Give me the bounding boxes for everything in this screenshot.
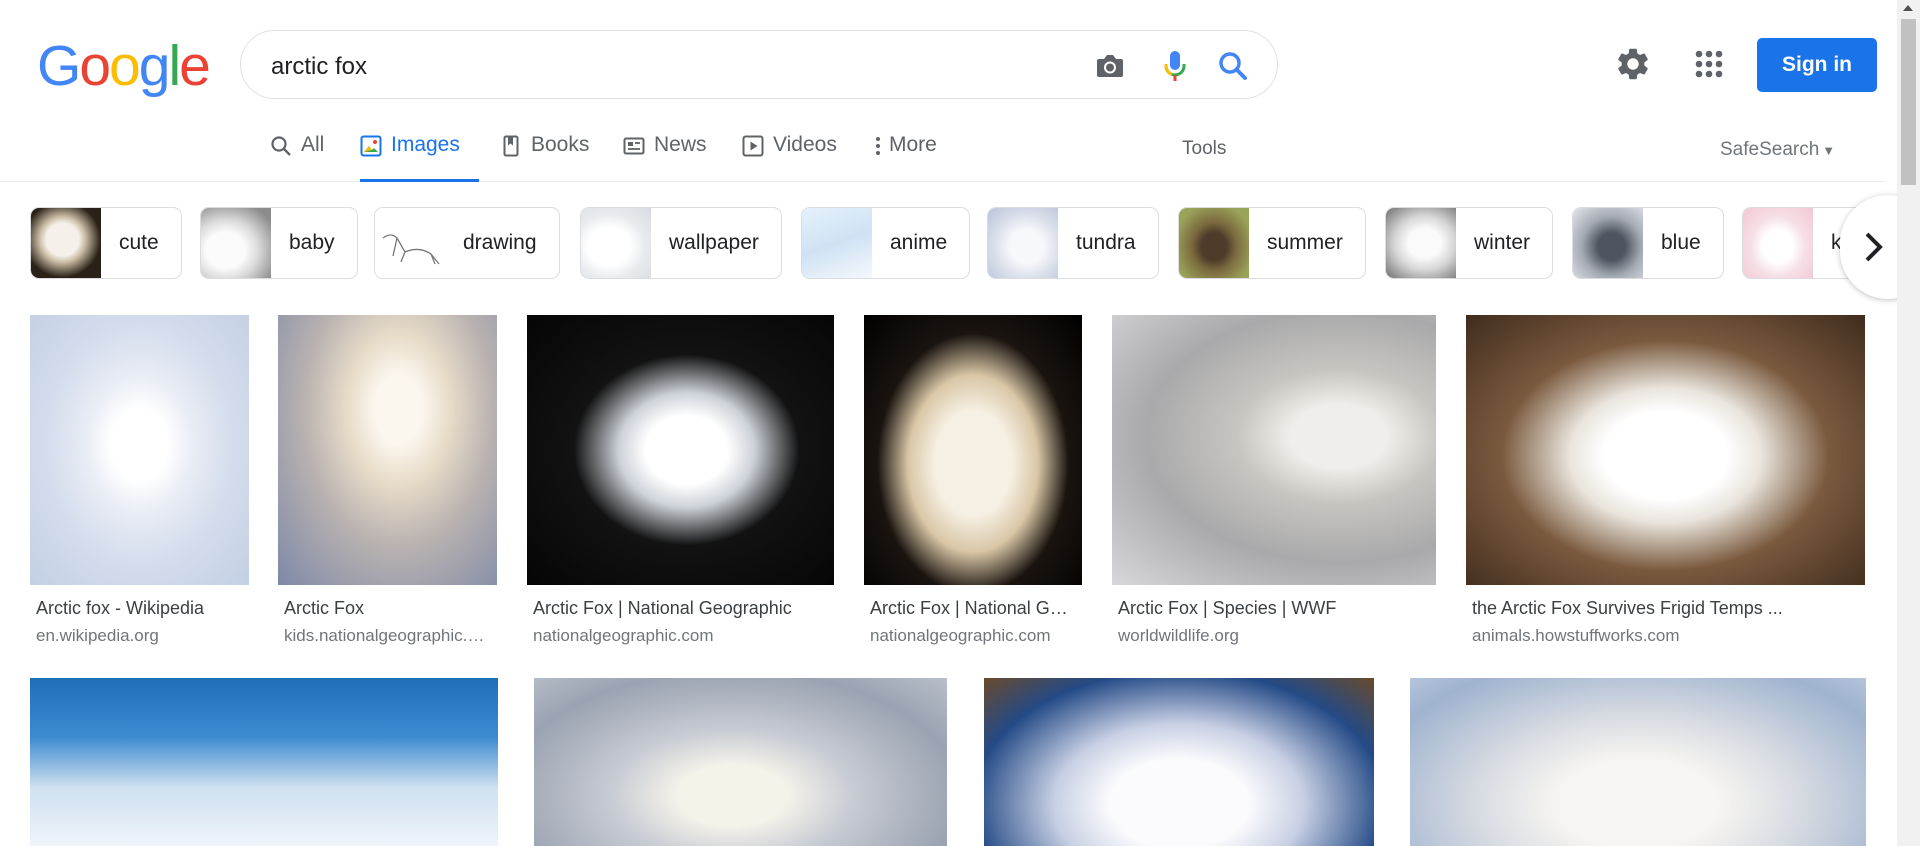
logo-letter: G bbox=[37, 34, 81, 98]
chip-winter[interactable]: winter bbox=[1385, 207, 1554, 279]
tab-label: Images bbox=[391, 133, 460, 156]
result-source: nationalgeographic.com bbox=[870, 626, 1051, 645]
chip-label: tundra bbox=[1076, 231, 1136, 254]
result-thumbnail[interactable] bbox=[30, 678, 498, 846]
tab-label: More bbox=[889, 133, 937, 156]
chip-thumbnail bbox=[201, 208, 271, 278]
search-tabs: All Images Books News Videos More Tools … bbox=[0, 120, 1886, 182]
tab-label: Books bbox=[531, 133, 590, 156]
result-thumbnail[interactable] bbox=[278, 315, 497, 585]
chip-thumbnail bbox=[1743, 208, 1813, 278]
tab-books[interactable]: Books bbox=[500, 133, 589, 182]
safesearch-dropdown[interactable]: SafeSearch ▼ bbox=[1720, 139, 1835, 161]
tab-label: News bbox=[654, 133, 707, 156]
chip-label: blue bbox=[1661, 231, 1701, 254]
tab-news[interactable]: News bbox=[623, 133, 707, 182]
chip-thumbnail bbox=[581, 208, 651, 278]
chip-thumbnail bbox=[988, 208, 1058, 278]
chip-wallpaper[interactable]: wallpaper bbox=[580, 207, 782, 279]
logo-letter: o bbox=[79, 34, 111, 98]
result-source: nationalgeographic.com bbox=[533, 626, 714, 645]
chip-label: baby bbox=[289, 231, 335, 254]
chip-thumbnail bbox=[375, 208, 445, 278]
chip-label: drawing bbox=[463, 231, 537, 254]
image-icon bbox=[360, 135, 382, 157]
search-input[interactable]: arctic fox bbox=[271, 53, 367, 81]
chip-blue[interactable]: blue bbox=[1572, 207, 1724, 279]
book-icon bbox=[500, 135, 522, 157]
result-title[interactable]: Arctic Fox bbox=[284, 598, 496, 619]
tools-button[interactable]: Tools bbox=[1182, 138, 1226, 160]
result-source: en.wikipedia.org bbox=[36, 626, 159, 645]
result-source: kids.nationalgeographic.… bbox=[284, 626, 485, 645]
result-title[interactable]: Arctic Fox | National G… bbox=[870, 598, 1080, 619]
tab-all[interactable]: All bbox=[270, 133, 324, 182]
chip-label: anime bbox=[890, 231, 948, 254]
chip-label: winter bbox=[1474, 231, 1531, 254]
chip-thumbnail bbox=[802, 208, 872, 278]
result-title[interactable]: Arctic Fox | Species | WWF bbox=[1118, 598, 1434, 619]
result-thumbnail[interactable] bbox=[527, 315, 834, 585]
page-scrollbar[interactable] bbox=[1897, 0, 1920, 846]
chip-thumbnail bbox=[1386, 208, 1456, 278]
search-icon[interactable] bbox=[1214, 47, 1252, 85]
logo-letter: e bbox=[179, 34, 211, 98]
camera-icon[interactable] bbox=[1091, 47, 1129, 85]
google-logo[interactable]: Google bbox=[37, 34, 211, 98]
tab-more[interactable]: More bbox=[874, 133, 937, 182]
result-title[interactable]: Arctic fox - Wikipedia bbox=[36, 598, 248, 619]
result-source: worldwildlife.org bbox=[1118, 626, 1239, 645]
tab-images[interactable]: Images bbox=[360, 133, 479, 182]
logo-letter: g bbox=[138, 34, 171, 98]
result-title[interactable]: the Arctic Fox Survives Frigid Temps ... bbox=[1472, 598, 1862, 619]
apps-grid-icon[interactable] bbox=[1690, 45, 1728, 83]
sign-in-button[interactable]: Sign in bbox=[1757, 38, 1877, 92]
result-title[interactable]: Arctic Fox | National Geographic bbox=[533, 598, 833, 619]
result-thumbnail[interactable] bbox=[1112, 315, 1436, 585]
chip-cute[interactable]: cute bbox=[30, 207, 182, 279]
chip-label: cute bbox=[119, 231, 159, 254]
tab-label: All bbox=[301, 133, 325, 156]
chip-label: summer bbox=[1267, 231, 1343, 254]
more-vertical-icon bbox=[874, 135, 882, 157]
logo-letter: l bbox=[168, 34, 181, 98]
result-thumbnail[interactable] bbox=[984, 678, 1374, 846]
search-box[interactable]: arctic fox bbox=[240, 30, 1278, 99]
chip-thumbnail bbox=[1179, 208, 1249, 278]
search-icon bbox=[270, 135, 292, 157]
result-thumbnail[interactable] bbox=[30, 315, 249, 585]
tab-videos[interactable]: Videos bbox=[742, 133, 837, 182]
chip-anime[interactable]: anime bbox=[801, 207, 971, 279]
result-source: animals.howstuffworks.com bbox=[1472, 626, 1680, 645]
chip-thumbnail bbox=[31, 208, 101, 278]
chip-tundra[interactable]: tundra bbox=[987, 207, 1159, 279]
result-thumbnail[interactable] bbox=[1466, 315, 1865, 585]
chip-label: wallpaper bbox=[669, 231, 759, 254]
result-thumbnail[interactable] bbox=[1410, 678, 1866, 846]
scroll-up-arrow-icon[interactable] bbox=[1903, 5, 1913, 11]
logo-letter: o bbox=[109, 34, 141, 98]
mic-icon[interactable] bbox=[1156, 47, 1194, 85]
scrollbar-thumb[interactable] bbox=[1901, 19, 1916, 185]
chip-thumbnail bbox=[1573, 208, 1643, 278]
news-icon bbox=[623, 135, 645, 157]
caret-down-icon: ▼ bbox=[1822, 143, 1836, 158]
video-icon bbox=[742, 135, 764, 157]
chip-drawing[interactable]: drawing bbox=[374, 207, 560, 279]
result-thumbnail[interactable] bbox=[534, 678, 947, 846]
gear-icon[interactable] bbox=[1614, 45, 1652, 83]
result-thumbnail[interactable] bbox=[864, 315, 1082, 585]
related-searches-chips: cute baby drawing wallpaper anime tundra… bbox=[30, 207, 1880, 279]
safesearch-label: SafeSearch bbox=[1720, 139, 1820, 160]
chip-baby[interactable]: baby bbox=[200, 207, 358, 279]
tab-label: Videos bbox=[773, 133, 837, 156]
chip-summer[interactable]: summer bbox=[1178, 207, 1366, 279]
